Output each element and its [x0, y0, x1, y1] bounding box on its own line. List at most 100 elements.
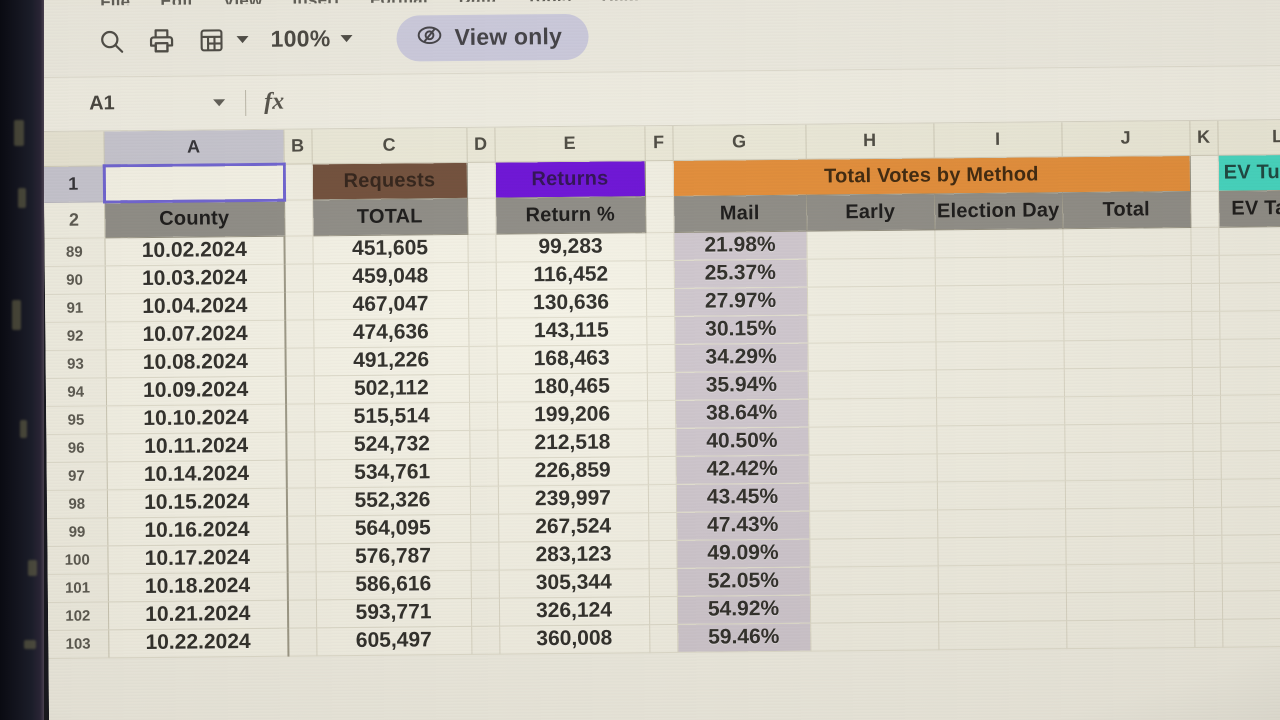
cell-b[interactable]	[287, 599, 317, 628]
cell-requests-total[interactable]: 564,095	[315, 513, 471, 544]
cell-early[interactable]	[937, 536, 1066, 566]
cell-k[interactable]	[1194, 618, 1223, 647]
cell-county[interactable]: 10.15.2024	[106, 487, 288, 518]
row-header-96[interactable]: 96	[46, 433, 107, 462]
column-header-d[interactable]: D	[466, 127, 495, 162]
cell-b[interactable]	[286, 459, 315, 488]
cell-ev-target[interactable]	[1219, 337, 1280, 367]
cell-early[interactable]	[937, 508, 1066, 538]
cell-county[interactable]: 10.11.2024	[106, 431, 287, 462]
cell-election-day[interactable]	[1064, 450, 1193, 481]
cell-f1[interactable]	[644, 159, 674, 197]
cell-mail[interactable]	[810, 621, 939, 651]
cell-returns[interactable]: 180,465	[496, 372, 648, 402]
cell-mail[interactable]	[807, 313, 936, 343]
cell-early[interactable]	[936, 396, 1065, 426]
column-header-g[interactable]: G	[672, 124, 806, 160]
cell-election-day[interactable]	[1065, 534, 1194, 565]
column-header-h[interactable]: H	[805, 123, 934, 159]
cell-b[interactable]	[285, 347, 314, 376]
row-header-101[interactable]: 101	[47, 573, 108, 602]
cell-ev-target[interactable]	[1219, 365, 1280, 395]
cell-early[interactable]	[936, 480, 1066, 510]
cell-k[interactable]	[1190, 282, 1220, 311]
row-header-94[interactable]: 94	[45, 377, 107, 406]
cell-return-pct[interactable]: 49.09%	[676, 538, 810, 568]
cell-early[interactable]	[938, 620, 1067, 650]
cell-mail[interactable]	[807, 341, 936, 371]
column-header-f[interactable]: F	[644, 125, 673, 161]
cell-county[interactable]: 10.07.2024	[105, 319, 286, 350]
cell-f[interactable]	[648, 595, 678, 625]
cell-return-pct[interactable]: 25.37%	[673, 258, 807, 288]
column-header-c[interactable]: C	[311, 127, 467, 164]
cell-mail[interactable]	[808, 425, 937, 455]
cell-k[interactable]	[1191, 394, 1221, 423]
view-only-badge[interactable]: View only	[396, 13, 589, 62]
cell-f[interactable]	[646, 315, 675, 345]
cell-d1[interactable]	[466, 161, 496, 198]
cell-return-pct[interactable]: 54.92%	[676, 594, 811, 624]
column-header-b[interactable]: B	[283, 129, 312, 164]
cell-election-day[interactable]	[1064, 478, 1194, 509]
cell-k[interactable]	[1192, 478, 1222, 507]
cell-election-day[interactable]	[1062, 226, 1191, 257]
row-header-2[interactable]: 2	[44, 201, 105, 238]
cell-return-pct[interactable]: 30.15%	[674, 314, 808, 344]
cell-requests-total[interactable]: 467,047	[312, 289, 469, 320]
cell-ev-target[interactable]	[1221, 561, 1280, 591]
cell-mail[interactable]	[808, 397, 937, 427]
cell-f[interactable]	[646, 371, 676, 401]
name-box-chevron-down-icon[interactable]	[213, 99, 226, 107]
cell-d[interactable]	[468, 345, 497, 374]
cell-county[interactable]: 10.22.2024	[108, 627, 289, 658]
cell-d[interactable]	[467, 261, 496, 290]
cell-k[interactable]	[1193, 590, 1223, 619]
cell-f[interactable]	[648, 511, 677, 541]
cell-mail[interactable]	[808, 453, 937, 483]
cell-d[interactable]	[469, 457, 498, 486]
cell-mail[interactable]	[809, 509, 938, 539]
cell-b[interactable]	[287, 571, 316, 600]
row-header-103[interactable]: 103	[48, 629, 109, 658]
cell-mail[interactable]	[806, 257, 935, 287]
cell-ev-target[interactable]	[1222, 617, 1280, 647]
cell-early[interactable]	[934, 228, 1063, 258]
cell-early[interactable]	[935, 340, 1064, 370]
cell-mail[interactable]	[808, 481, 938, 511]
row-header-98[interactable]: 98	[46, 489, 108, 518]
cell-mail[interactable]	[806, 229, 935, 259]
filter-views-icon[interactable]	[188, 17, 234, 63]
cell-f[interactable]	[645, 259, 674, 289]
cell-returns[interactable]: 305,344	[498, 568, 649, 598]
cell-election-day[interactable]	[1064, 422, 1193, 453]
cell-k[interactable]	[1193, 506, 1222, 535]
cell-county[interactable]: 10.17.2024	[107, 543, 288, 574]
cell-early[interactable]	[936, 424, 1065, 454]
cell-b[interactable]	[284, 263, 313, 292]
row-header-93[interactable]: 93	[45, 349, 106, 378]
cell-d[interactable]	[468, 373, 498, 402]
cell-b[interactable]	[287, 543, 316, 572]
cell-county[interactable]: 10.21.2024	[107, 599, 289, 630]
cell-requests-total[interactable]: 502,112	[313, 373, 470, 404]
cell-requests-total[interactable]: 491,226	[313, 345, 469, 376]
cell-requests-total[interactable]: 524,732	[314, 429, 470, 460]
cell-return-pct[interactable]: 21.98%	[673, 230, 807, 260]
zoom-level-value[interactable]: 100%	[258, 25, 338, 53]
cell-return-pct[interactable]: 40.50%	[675, 426, 809, 456]
cell-k[interactable]	[1191, 338, 1220, 367]
cell-requests-total[interactable]: 451,605	[312, 233, 468, 264]
cell-county[interactable]: 10.14.2024	[106, 459, 287, 490]
cell-election-day[interactable]	[1065, 562, 1194, 593]
cell-county[interactable]: 10.08.2024	[105, 347, 286, 378]
print-icon[interactable]	[138, 17, 184, 63]
row-header-100[interactable]: 100	[47, 545, 108, 574]
cell-d[interactable]	[469, 401, 498, 430]
cell-returns[interactable]: 130,636	[495, 288, 647, 318]
cell-return-pct[interactable]: 52.05%	[676, 566, 810, 596]
cell-k[interactable]	[1192, 450, 1221, 479]
cell-election-day[interactable]	[1065, 590, 1195, 621]
cell-b[interactable]	[286, 403, 315, 432]
cell-d[interactable]	[469, 485, 499, 514]
